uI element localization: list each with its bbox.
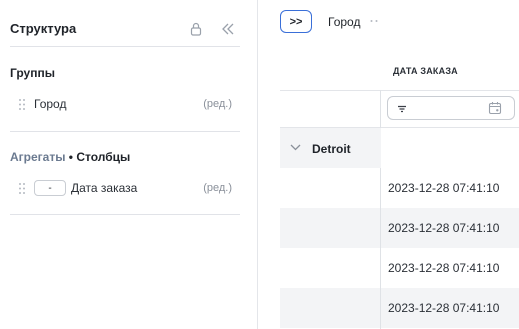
table-cell: 2023-12-28 07:41:10 [388,301,500,315]
drag-handle-icon[interactable] [17,182,27,194]
aggregation-select[interactable]: - [34,180,66,196]
title-separator: • [65,150,77,164]
group-row-label: Detroit [312,142,351,156]
columns-label: Столбцы [76,150,131,164]
column-item-label: Дата заказа [71,181,138,195]
column-item-order-date[interactable]: - Дата заказа (ред.) [10,177,240,199]
drag-handle-icon[interactable] [369,16,379,26]
date-filter-input[interactable] [387,96,515,120]
lock-icon[interactable] [189,21,203,37]
chevron-down-icon[interactable] [289,141,301,153]
column-header-order-date[interactable]: ДАТА ЗАКАЗА [393,66,458,76]
drag-handle-icon[interactable] [17,98,27,110]
collapse-left-icon[interactable] [220,21,236,37]
row-band [280,208,380,248]
table-cell: 2023-12-28 07:41:10 [388,221,500,235]
divider [10,214,240,215]
aggregates-section-title: Агрегаты • Столбцы [10,150,130,164]
table-cell: 2023-12-28 07:41:10 [388,261,500,275]
calendar-icon[interactable] [488,101,502,115]
divider [10,131,240,132]
structure-panel: Структура Группы Город (ред.) Агрегаты •… [0,0,258,329]
grid-line [280,90,519,91]
edit-link[interactable]: (ред.) [203,98,232,110]
panel-title: Структура [10,21,77,36]
group-item-city[interactable]: Город (ред.) [10,93,240,115]
aggregates-label: Агрегаты [10,150,66,164]
groups-section-title: Группы [10,66,55,80]
group-item-label: Город [34,97,67,111]
expand-panel-button[interactable]: >> [280,10,312,33]
group-chip-city[interactable]: Город [328,15,360,29]
filter-icon[interactable] [396,103,408,115]
table-cell: 2023-12-28 07:41:10 [388,181,500,195]
edit-link[interactable]: (ред.) [203,182,232,194]
divider [10,46,240,47]
row-band [280,288,380,328]
